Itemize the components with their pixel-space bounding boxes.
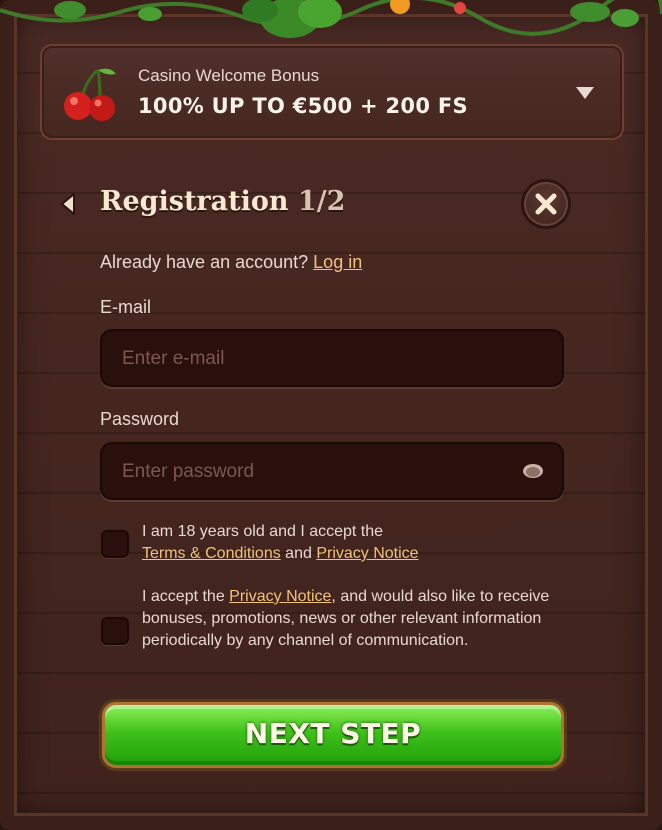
bonus-title: 100% UP TO €500 + 200 FS: [138, 94, 468, 118]
email-field-wrap: [100, 329, 564, 387]
marketing-consent-prefix: I accept the: [142, 588, 225, 605]
next-step-button[interactable]: NEXT STEP: [102, 702, 564, 768]
email-field[interactable]: [120, 331, 524, 387]
password-field-wrap: [100, 442, 564, 500]
age-terms-checkbox[interactable]: [101, 530, 129, 558]
login-prompt-text: Already have an account?: [100, 252, 309, 272]
eye-icon[interactable]: [522, 463, 544, 479]
marketing-consent-checkbox[interactable]: [101, 617, 129, 645]
login-prompt: Already have an account? Log in: [100, 252, 362, 273]
bonus-subtitle: Casino Welcome Bonus: [138, 66, 320, 85]
marketing-privacy-notice-link[interactable]: Privacy Notice: [229, 588, 331, 605]
password-field[interactable]: [120, 444, 524, 500]
page-title-text: Registration: [100, 186, 289, 217]
welcome-bonus-selector[interactable]: Casino Welcome Bonus 100% UP TO €500 + 2…: [40, 44, 624, 140]
age-terms-text: I am 18 years old and I accept the Terms…: [142, 521, 572, 565]
terms-conditions-link[interactable]: Terms & Conditions: [142, 545, 281, 562]
privacy-notice-link[interactable]: Privacy Notice: [316, 545, 418, 562]
next-step-label: NEXT STEP: [244, 717, 422, 750]
login-link[interactable]: Log in: [313, 252, 362, 272]
back-arrow-icon[interactable]: [56, 188, 80, 220]
password-label: Password: [100, 409, 180, 429]
age-terms-prefix: I am 18 years old and I accept the: [142, 523, 384, 540]
page-title: Registration 1/2: [100, 186, 345, 217]
email-label: E-mail: [100, 297, 152, 317]
age-terms-and: and: [285, 545, 312, 562]
cherry-icon: [64, 68, 116, 121]
page-step: 1/2: [297, 186, 346, 217]
close-icon: [535, 193, 557, 215]
chevron-down-icon[interactable]: [574, 84, 596, 102]
marketing-consent-text: I accept the Privacy Notice, and would a…: [142, 586, 572, 652]
close-button[interactable]: [524, 182, 568, 226]
